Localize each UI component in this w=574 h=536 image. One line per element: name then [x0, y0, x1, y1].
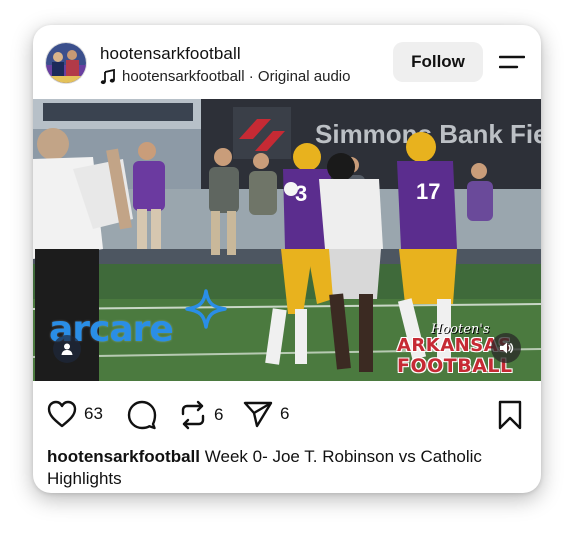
like-count: 63: [84, 404, 103, 423]
audio-label: hootensarkfootball · Original audio: [122, 68, 351, 85]
like-action[interactable]: 63: [47, 400, 103, 428]
post-card: hootensarkfootball hootensarkfootball · …: [33, 25, 541, 493]
audio-info[interactable]: hootensarkfootball · Original audio: [100, 68, 350, 85]
heart-icon[interactable]: [47, 400, 77, 428]
caption-username[interactable]: hootensarkfootball: [47, 447, 200, 466]
comment-icon[interactable]: [127, 400, 157, 430]
video-player[interactable]: Simmons Bank Field: [33, 99, 541, 381]
bookmark-icon[interactable]: [497, 400, 523, 430]
user-icon: [61, 343, 73, 355]
post-header: hootensarkfootball hootensarkfootball · …: [33, 25, 541, 99]
speaker-icon: [500, 342, 514, 354]
jersey-number: 17: [416, 179, 440, 204]
share-action[interactable]: 6: [243, 400, 289, 428]
tagged-users-button[interactable]: [53, 335, 81, 363]
repost-count: 6: [214, 405, 224, 424]
music-note-icon: [100, 68, 115, 84]
post-caption: hootensarkfootball Week 0- Joe T. Robins…: [47, 446, 517, 490]
sparkle-icon: [185, 289, 227, 329]
follow-button[interactable]: Follow: [393, 42, 483, 82]
save-action[interactable]: [497, 400, 523, 430]
avatar[interactable]: [46, 43, 86, 83]
share-count: 6: [280, 404, 290, 423]
comment-action[interactable]: [127, 400, 157, 430]
svg-text:3: 3: [295, 181, 307, 206]
menu-icon[interactable]: [499, 52, 525, 72]
repost-icon[interactable]: [179, 400, 207, 430]
action-bar: 63 6 6: [33, 387, 541, 441]
mute-toggle-button[interactable]: [491, 333, 521, 363]
send-icon[interactable]: [243, 400, 273, 428]
repost-action[interactable]: 6: [179, 400, 223, 430]
username[interactable]: hootensarkfootball: [100, 44, 241, 64]
